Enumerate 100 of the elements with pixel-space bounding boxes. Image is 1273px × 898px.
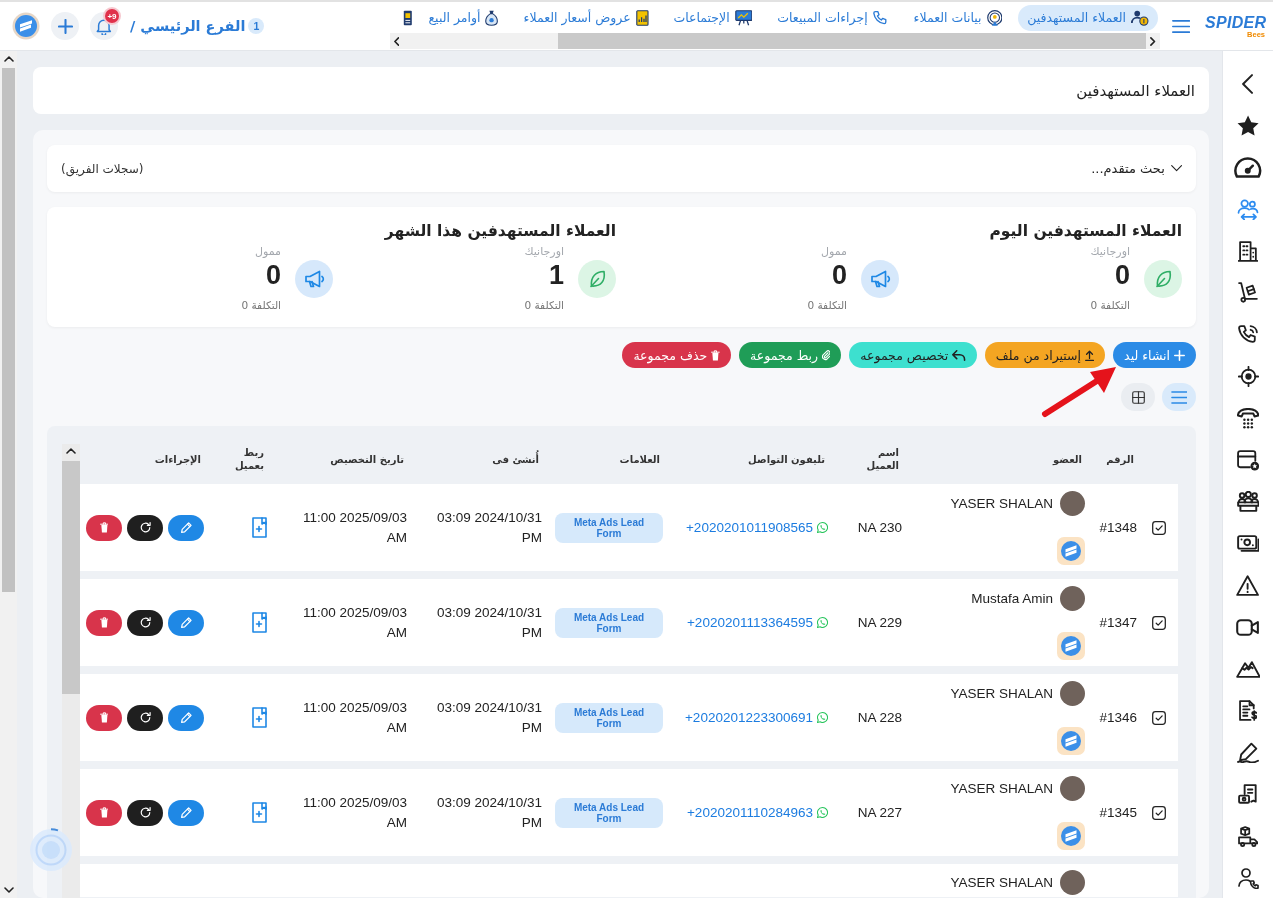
warning-icon[interactable] xyxy=(1236,574,1260,596)
import-file-button[interactable]: إستيراد من ملف xyxy=(984,342,1106,368)
edit-button[interactable] xyxy=(168,514,204,541)
target-person-icon xyxy=(986,9,1003,26)
presentation-board-icon xyxy=(734,9,753,26)
scrollbar-thumb[interactable] xyxy=(558,33,1147,49)
scroll-up-icon[interactable] xyxy=(3,56,14,62)
users-arrows-icon[interactable] xyxy=(1237,198,1259,220)
refresh-button[interactable] xyxy=(127,514,163,541)
target-icon[interactable] xyxy=(1237,365,1259,387)
document-plus-icon[interactable] xyxy=(252,612,267,633)
lead-source-tag: Meta Ads Lead Form xyxy=(555,512,663,543)
trash-icon xyxy=(99,807,109,818)
scrollbar-thumb[interactable] xyxy=(2,68,15,592)
check-square-icon[interactable] xyxy=(1152,520,1166,535)
nav-tab[interactable]: العملاء المستهدفين xyxy=(1018,4,1158,31)
nav-tab[interactable]: أوامر البيع xyxy=(419,4,508,31)
grid-view-button[interactable] xyxy=(1121,383,1155,411)
pencil-icon xyxy=(180,807,192,818)
document-plus-icon[interactable] xyxy=(252,707,267,728)
refresh-button[interactable] xyxy=(127,609,163,636)
delete-button[interactable] xyxy=(86,514,122,541)
calendar-star-icon[interactable] xyxy=(1236,449,1260,471)
delete-button[interactable] xyxy=(86,799,122,826)
lead-number: #1348 xyxy=(1099,520,1137,535)
stat-label: اورجانيك xyxy=(524,245,564,259)
check-square-icon[interactable] xyxy=(1152,615,1166,630)
refresh-icon xyxy=(139,522,151,533)
stat-cost: التكلفة 0 xyxy=(807,298,847,312)
add-button[interactable] xyxy=(51,12,79,40)
video-camera-icon[interactable] xyxy=(1236,618,1260,636)
client-name: NA 228 xyxy=(857,710,902,725)
delivery-truck-icon[interactable] xyxy=(1237,825,1259,847)
column-header: تاريخ التخصيص xyxy=(330,452,404,466)
group-icon[interactable] xyxy=(1236,491,1260,513)
gauge-icon[interactable] xyxy=(1234,157,1262,178)
delete-button[interactable] xyxy=(86,609,122,636)
created-date: 03:09 2024/10/31 PM xyxy=(435,698,542,737)
assign-group-button[interactable]: تخصيص مجموعه xyxy=(849,342,977,368)
column-header: الإجراءات xyxy=(154,452,201,466)
scroll-right-icon[interactable] xyxy=(1150,36,1156,46)
delete-group-button[interactable]: حذف مجموعة xyxy=(622,342,732,368)
client-name: NA 227 xyxy=(857,805,902,820)
trash-icon xyxy=(99,522,109,533)
assigned-date: 11:00 2025/09/03 AM xyxy=(301,698,407,737)
money-bag-icon xyxy=(485,9,499,26)
stat-value: 0 xyxy=(831,259,847,291)
document-plus-icon[interactable] xyxy=(252,517,267,538)
avatar-placeholder xyxy=(1060,775,1085,801)
scroll-left-icon[interactable] xyxy=(393,36,400,46)
menu-icon[interactable] xyxy=(1171,19,1190,33)
create-lead-button[interactable]: انشاء ليد xyxy=(1113,342,1196,368)
signature-icon[interactable] xyxy=(1236,742,1260,764)
brand-logo-icon[interactable] xyxy=(12,12,40,40)
edit-button[interactable] xyxy=(168,704,204,731)
receipt-cash-icon[interactable] xyxy=(1238,783,1258,805)
phone-icon xyxy=(872,9,889,26)
mountain-icon[interactable] xyxy=(1235,660,1261,678)
refresh-button[interactable] xyxy=(127,704,163,731)
phone-link[interactable]: +2020201011908565 xyxy=(686,520,813,535)
hand-truck-icon[interactable] xyxy=(1238,282,1258,304)
member-name: Mustafa Amin xyxy=(971,590,1053,606)
telephone-icon[interactable] xyxy=(1236,407,1260,429)
star-icon[interactable] xyxy=(1236,115,1260,137)
user-phone-icon[interactable] xyxy=(1237,867,1259,889)
refresh-button[interactable] xyxy=(127,799,163,826)
company-logo-icon xyxy=(1057,726,1085,755)
edit-button[interactable] xyxy=(168,609,204,636)
scroll-up-icon[interactable] xyxy=(66,448,76,454)
created-date: 03:09 2024/10/31 PM xyxy=(435,793,542,832)
banknote-icon[interactable] xyxy=(1236,535,1260,553)
check-square-icon[interactable] xyxy=(1152,805,1166,820)
plus-icon xyxy=(1174,349,1185,361)
nav-tab[interactable]: الإجتماعات xyxy=(664,4,762,31)
avatar-placeholder xyxy=(1060,870,1085,895)
pencil-icon xyxy=(180,522,192,533)
phone-ringing-icon[interactable] xyxy=(1237,324,1259,346)
phone-link[interactable]: +2020201113364595 xyxy=(687,615,813,630)
building-icon[interactable] xyxy=(1238,240,1258,262)
team-records-label: (سجلات الفريق) xyxy=(61,161,144,176)
advanced-search-toggle[interactable]: بحث متقدم... xyxy=(1091,161,1182,176)
nav-tab[interactable]: عروض أسعار العملاء xyxy=(514,4,658,31)
trash-icon xyxy=(99,712,109,723)
phone-link[interactable]: +2020201223300691 xyxy=(685,710,813,725)
delete-button[interactable] xyxy=(86,704,122,731)
scroll-down-icon[interactable] xyxy=(3,887,14,893)
phone-link[interactable]: +2020201110284963 xyxy=(687,805,813,820)
list-view-button[interactable] xyxy=(1162,383,1196,411)
stat-value: 0 xyxy=(265,259,281,291)
scrollbar-thumb[interactable] xyxy=(62,461,80,694)
nav-tab[interactable]: بيانات العملاء xyxy=(904,4,1012,31)
branch-name[interactable]: الفرع الرئيسي / xyxy=(130,18,246,34)
document-plus-icon[interactable] xyxy=(252,802,267,823)
collapse-chevron-icon[interactable] xyxy=(1242,73,1254,94)
nav-tab[interactable]: إجراءات المبيعات xyxy=(768,4,898,31)
link-group-button[interactable]: ربط مجموعة xyxy=(739,342,842,368)
invoice-dollar-icon[interactable] xyxy=(1238,700,1258,722)
client-name: NA 229 xyxy=(857,615,902,630)
edit-button[interactable] xyxy=(168,799,204,826)
check-square-icon[interactable] xyxy=(1152,710,1166,725)
